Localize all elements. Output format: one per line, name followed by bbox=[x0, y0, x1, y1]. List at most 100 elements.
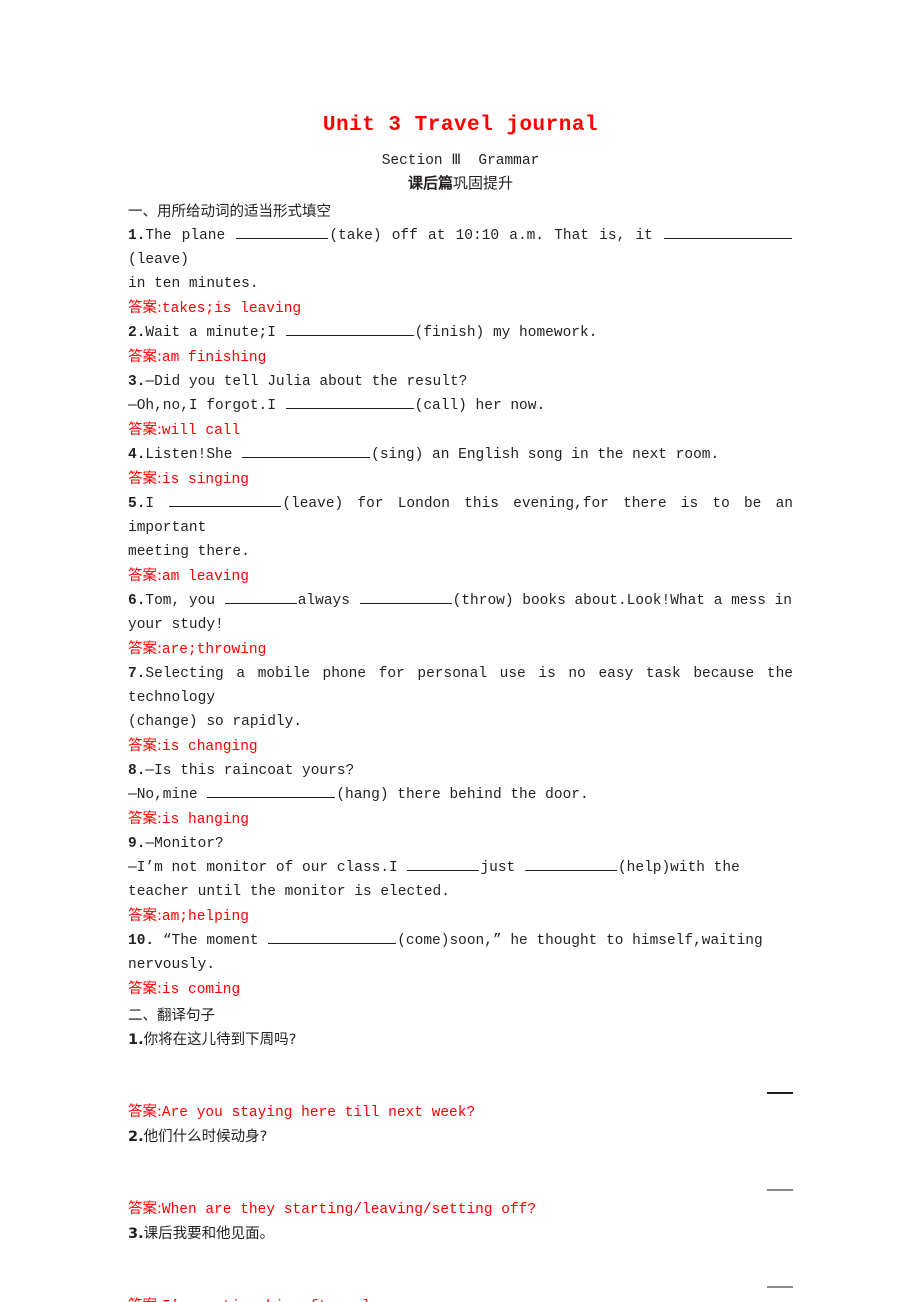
translation-prompt: 他们什么时候动身? bbox=[143, 1129, 268, 1145]
answer-line: 答案:is hanging bbox=[128, 807, 793, 832]
write-in-line[interactable] bbox=[128, 1052, 793, 1100]
block-title: 课后篇巩固提升 bbox=[128, 172, 793, 196]
write-in-line[interactable] bbox=[128, 1149, 793, 1197]
translation-item: 1.你将在这儿待到下周吗? bbox=[128, 1028, 793, 1052]
question-number: 6. bbox=[128, 593, 146, 609]
question-text: just bbox=[480, 860, 524, 876]
question-text: Selecting a mobile phone for personal us… bbox=[128, 666, 793, 706]
section-label: Section bbox=[381, 153, 443, 169]
answer-blank[interactable] bbox=[359, 589, 452, 604]
question-number: 1. bbox=[128, 228, 146, 244]
answer-blank[interactable] bbox=[169, 492, 282, 507]
answer-label: 答案: bbox=[128, 300, 162, 316]
question-continuation: (change) so rapidly. bbox=[128, 714, 303, 730]
answer-blank[interactable] bbox=[285, 321, 414, 336]
part-two-heading: 二、翻译句子 bbox=[128, 1008, 215, 1024]
section-topic: Grammar bbox=[478, 153, 540, 169]
answer-blank[interactable] bbox=[224, 589, 297, 604]
answer-blank[interactable] bbox=[268, 929, 397, 944]
translation-prompt: 你将在这儿待到下周吗? bbox=[143, 1032, 297, 1048]
question-number: 8. bbox=[128, 763, 146, 779]
answer-blank[interactable] bbox=[285, 394, 414, 409]
answer-blank[interactable] bbox=[236, 224, 329, 239]
answer-label: 答案: bbox=[128, 1104, 162, 1120]
answer-text: is singing bbox=[161, 472, 249, 488]
write-in-rule bbox=[767, 1189, 793, 1191]
answer-line: 答案:When are they starting/leaving/settin… bbox=[128, 1197, 793, 1222]
question-number: 2. bbox=[128, 1129, 144, 1145]
question-item: 10. “The moment (come)soon,” he thought … bbox=[128, 929, 793, 953]
question-item: 1.The plane (take) off at 10:10 a.m. Tha… bbox=[128, 224, 793, 272]
question-number: 2. bbox=[128, 325, 146, 341]
translation-item: 2.他们什么时候动身? bbox=[128, 1125, 793, 1149]
question-text: (help)with the bbox=[617, 860, 740, 876]
answer-blank[interactable] bbox=[242, 443, 371, 458]
answer-text: takes;is leaving bbox=[161, 301, 302, 317]
answer-blank[interactable] bbox=[664, 224, 793, 239]
answer-label: 答案: bbox=[128, 908, 162, 924]
question-item: 9.—Monitor? bbox=[128, 832, 793, 856]
question-text: Tom, you bbox=[145, 593, 224, 609]
answer-line: 答案:is coming bbox=[128, 977, 793, 1002]
question-item: 3.—Did you tell Julia about the result? bbox=[128, 370, 793, 394]
question-item: 4.Listen!She (sing) an English song in t… bbox=[128, 443, 793, 467]
question-item: 8.—Is this raincoat yours? bbox=[128, 759, 793, 783]
question-text: (take) off at 10:10 a.m. That is, it bbox=[329, 228, 664, 244]
question-text: —Did you tell Julia about the result? bbox=[145, 374, 468, 390]
question-item: 6.Tom, you always (throw) books about.Lo… bbox=[128, 589, 793, 613]
answer-line: 答案:is singing bbox=[128, 467, 793, 492]
worksheet-page: Unit 3 Travel journal Section Ⅲ Grammar … bbox=[0, 0, 920, 1302]
question-item: 2.Wait a minute;I (finish) my homework. bbox=[128, 321, 793, 345]
answer-line: 答案:will call bbox=[128, 418, 793, 443]
question-text: —No,mine bbox=[128, 787, 207, 803]
answer-label: 答案: bbox=[128, 349, 162, 365]
question-text: (come)soon,” he thought to himself,waiti… bbox=[397, 933, 763, 949]
block-title-bold: 课后篇 bbox=[407, 174, 453, 192]
question-text: (throw) books about.Look!What a mess in bbox=[452, 593, 793, 609]
answer-line: 答案:am leaving bbox=[128, 564, 793, 589]
question-text: “The moment bbox=[162, 933, 268, 949]
question-text: —Is this raincoat yours? bbox=[145, 763, 355, 779]
answer-text: are;throwing bbox=[161, 642, 267, 658]
question-text: (finish) my homework. bbox=[414, 325, 598, 341]
answer-label: 答案: bbox=[128, 738, 162, 754]
answer-text: am finishing bbox=[161, 350, 267, 366]
question-text: (leave) bbox=[128, 252, 189, 268]
answer-blank[interactable] bbox=[207, 783, 336, 798]
question-number: 3. bbox=[128, 374, 146, 390]
answer-label: 答案: bbox=[128, 422, 162, 438]
page-title: Unit 3 Travel journal bbox=[322, 114, 599, 137]
question-number: 1. bbox=[128, 1032, 144, 1048]
translation-prompt: 课后我要和他见面。 bbox=[143, 1226, 275, 1242]
answer-line: 答案:I’m meeting him after class. bbox=[128, 1294, 793, 1302]
question-continuation: —No,mine (hang) there behind the door. bbox=[128, 783, 793, 807]
answer-text: am;helping bbox=[161, 909, 249, 925]
question-text: The plane bbox=[145, 228, 236, 244]
question-text: always bbox=[297, 593, 359, 609]
answer-line: 答案:takes;is leaving bbox=[128, 296, 793, 321]
answer-text: is coming bbox=[161, 982, 241, 998]
answer-blank[interactable] bbox=[407, 856, 480, 871]
write-in-rule bbox=[767, 1092, 793, 1094]
answer-blank[interactable] bbox=[524, 856, 617, 871]
question-number: 7. bbox=[128, 666, 146, 682]
answer-line: 答案:am;helping bbox=[128, 904, 793, 929]
question-continuation: —Oh,no,I forgot.I (call) her now. bbox=[128, 394, 793, 418]
question-continuation: meeting there. bbox=[128, 544, 250, 560]
question-text: Wait a minute;I bbox=[145, 325, 285, 341]
question-continuation: —I’m not monitor of our class.I just (he… bbox=[128, 856, 793, 880]
answer-label: 答案: bbox=[128, 811, 162, 827]
answer-label: 答案: bbox=[128, 1298, 162, 1302]
section-numeral: Ⅲ bbox=[451, 152, 461, 168]
answer-line: 答案:Are you staying here till next week? bbox=[128, 1100, 793, 1125]
answer-text: am leaving bbox=[161, 569, 249, 585]
answer-text: will call bbox=[161, 423, 241, 439]
answer-text: is hanging bbox=[161, 812, 249, 828]
page-content: Unit 3 Travel journal Section Ⅲ Grammar … bbox=[128, 112, 793, 1302]
write-in-line[interactable] bbox=[128, 1246, 793, 1294]
question-number: 4. bbox=[128, 447, 146, 463]
question-text: I bbox=[145, 496, 169, 512]
question-number: 9. bbox=[128, 836, 146, 852]
answer-line: 答案:am finishing bbox=[128, 345, 793, 370]
question-continuation: your study! bbox=[128, 617, 224, 633]
